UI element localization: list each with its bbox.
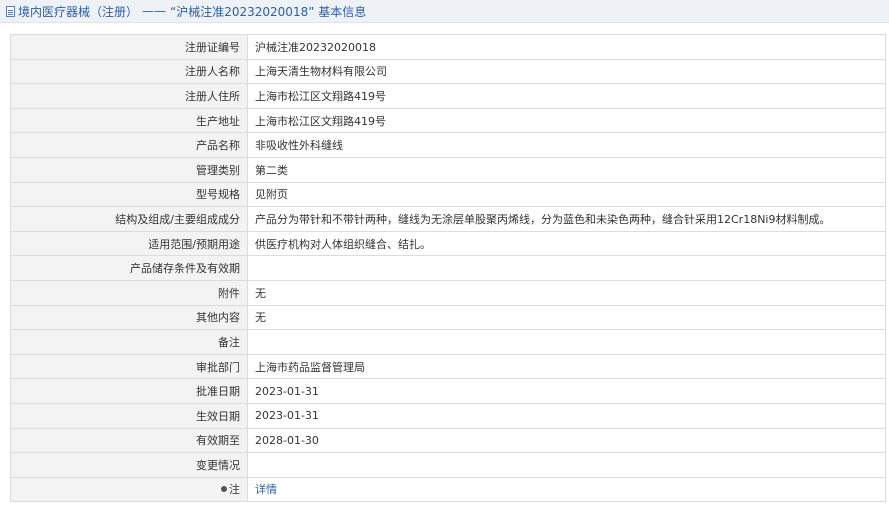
field-value: 上海市松江区文翔路419号	[247, 107, 886, 134]
field-value: 上海天清生物材料有限公司	[247, 58, 886, 85]
field-value	[247, 329, 886, 355]
table-row: 注册人住所 上海市松江区文翔路419号	[10, 83, 886, 109]
title-separator: ——	[142, 4, 167, 18]
field-label: 产品储存条件及有效期	[10, 255, 248, 281]
bullet-icon	[221, 486, 227, 493]
table-row: 生产地址 上海市松江区文翔路419号	[10, 107, 886, 134]
registry-category: 境内医疗器械（注册）	[18, 4, 139, 19]
field-value: 2028-01-30	[247, 427, 886, 454]
table-row: 变更情况	[10, 452, 886, 478]
field-value	[247, 452, 886, 478]
field-label: 备注	[10, 329, 248, 355]
field-label: 变更情况	[10, 452, 248, 478]
table-row: 适用范围/预期用途 供医疗机构对人体组织缝合、结扎。	[10, 230, 886, 257]
table-row: 注册证编号 沪械注准20232020018	[10, 34, 886, 60]
field-value: 沪械注准20232020018	[247, 34, 886, 60]
field-label: 注册人住所	[10, 83, 248, 109]
table-row: 产品储存条件及有效期	[10, 255, 886, 281]
field-label: 有效期至	[10, 427, 248, 454]
table-row: 有效期至 2028-01-30	[10, 427, 886, 454]
field-value: 供医疗机构对人体组织缝合、结扎。	[247, 230, 886, 257]
field-value: 上海市药品监督管理局	[247, 353, 886, 380]
field-value: 2023-01-31	[247, 402, 886, 429]
table-row: 批准日期 2023-01-31	[10, 378, 886, 404]
note-label-cell: 注	[10, 476, 248, 503]
field-label: 适用范围/预期用途	[10, 230, 248, 257]
field-label: 附件	[10, 279, 248, 306]
field-label: 注册人名称	[10, 58, 248, 85]
table-row: 注册人名称 上海天清生物材料有限公司	[10, 58, 886, 85]
field-value: 无	[247, 279, 886, 306]
field-label: 产品名称	[10, 132, 248, 158]
field-value	[247, 255, 886, 281]
table-row: 生效日期 2023-01-31	[10, 402, 886, 429]
note-row: 注 详情	[10, 476, 886, 503]
page-title-bar: 境内医疗器械（注册） —— “沪械注准20232020018” 基本信息	[0, 0, 889, 23]
field-value: 产品分为带针和不带针两种，缝线为无涂层单股聚丙烯线，分为蓝色和未染色两种，缝合针…	[247, 206, 886, 232]
field-label: 批准日期	[10, 378, 248, 404]
field-label: 管理类别	[10, 156, 248, 183]
table-row: 结构及组成/主要组成成分 产品分为带针和不带针两种，缝线为无涂层单股聚丙烯线，分…	[10, 206, 886, 232]
table-row: 附件 无	[10, 279, 886, 306]
field-value: 无	[247, 304, 886, 331]
table-row: 管理类别 第二类	[10, 156, 886, 183]
field-label: 型号规格	[10, 181, 248, 208]
field-label: 注册证编号	[10, 34, 248, 60]
field-label: 生效日期	[10, 402, 248, 429]
field-value: 第二类	[247, 156, 886, 183]
field-value: 上海市松江区文翔路419号	[247, 83, 886, 109]
field-value: 2023-01-31	[247, 378, 886, 404]
details-link[interactable]: 详情	[255, 483, 277, 496]
field-label: 审批部门	[10, 353, 248, 380]
table-row: 产品名称 非吸收性外科缝线	[10, 132, 886, 158]
table-row: 备注	[10, 329, 886, 355]
device-info-table: 注册证编号 沪械注准20232020018 注册人名称 上海天清生物材料有限公司…	[10, 34, 886, 503]
document-icon	[6, 5, 15, 17]
note-value-cell: 详情	[247, 476, 886, 503]
table-row: 审批部门 上海市药品监督管理局	[10, 353, 886, 380]
note-label: 注	[229, 483, 240, 497]
field-value: 见附页	[247, 181, 886, 208]
field-label: 生产地址	[10, 107, 248, 134]
field-value: 非吸收性外科缝线	[247, 132, 886, 158]
record-title: “沪械注准20232020018” 基本信息	[170, 4, 367, 19]
field-label: 其他内容	[10, 304, 248, 331]
field-label: 结构及组成/主要组成成分	[10, 206, 248, 232]
table-row: 其他内容 无	[10, 304, 886, 331]
table-row: 型号规格 见附页	[10, 181, 886, 208]
